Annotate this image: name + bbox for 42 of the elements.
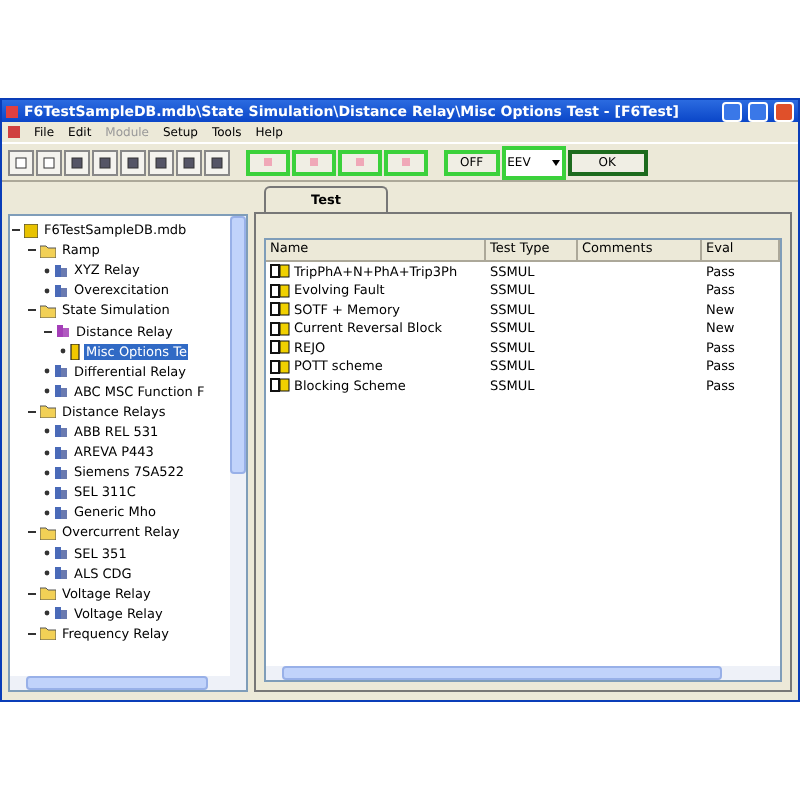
dropdown-arrow-icon (551, 159, 560, 165)
square-icon (262, 156, 274, 168)
test-icon (270, 378, 290, 393)
relay-icon (56, 324, 70, 339)
test-icon (270, 340, 290, 355)
folder-icon (40, 586, 56, 601)
folder-icon (40, 404, 56, 419)
maximize-button[interactable] (748, 101, 768, 121)
tree-dot-icon (44, 550, 50, 557)
relay-icon (54, 606, 68, 621)
test-icon (270, 264, 290, 279)
tree-dot-icon (44, 287, 50, 294)
square-icon (400, 156, 412, 168)
tree-dot-icon (44, 610, 50, 617)
folder-icon (40, 626, 56, 641)
tree-dot-icon (44, 267, 50, 274)
close-button[interactable] (774, 101, 794, 121)
tree-dot-icon (44, 428, 50, 435)
folder-icon (40, 243, 56, 258)
tree-dot-icon (44, 570, 50, 577)
tree-dot-icon (44, 509, 50, 516)
square-icon (354, 156, 366, 168)
tree-dot-icon (60, 348, 66, 355)
vertical-scrollbar[interactable] (230, 216, 246, 676)
database-icon (24, 223, 38, 238)
folder-icon (40, 303, 56, 318)
horizontal-scrollbar[interactable] (266, 666, 780, 680)
test-icon (270, 321, 290, 336)
tree-dot-icon (44, 489, 50, 496)
test-icon (270, 283, 290, 298)
horizontal-scrollbar[interactable] (10, 676, 246, 690)
test-icon (270, 302, 290, 317)
tree-dot-icon (44, 469, 50, 476)
test-icon (270, 359, 290, 374)
tree-dot-icon (44, 388, 50, 395)
square-icon (308, 156, 320, 168)
folder-icon (40, 525, 56, 540)
collapse-icon[interactable] (12, 226, 20, 235)
minimize-button[interactable] (722, 101, 742, 121)
tree-dot-icon (44, 368, 50, 375)
test-icon (70, 343, 80, 360)
tree-dot-icon (44, 449, 50, 456)
